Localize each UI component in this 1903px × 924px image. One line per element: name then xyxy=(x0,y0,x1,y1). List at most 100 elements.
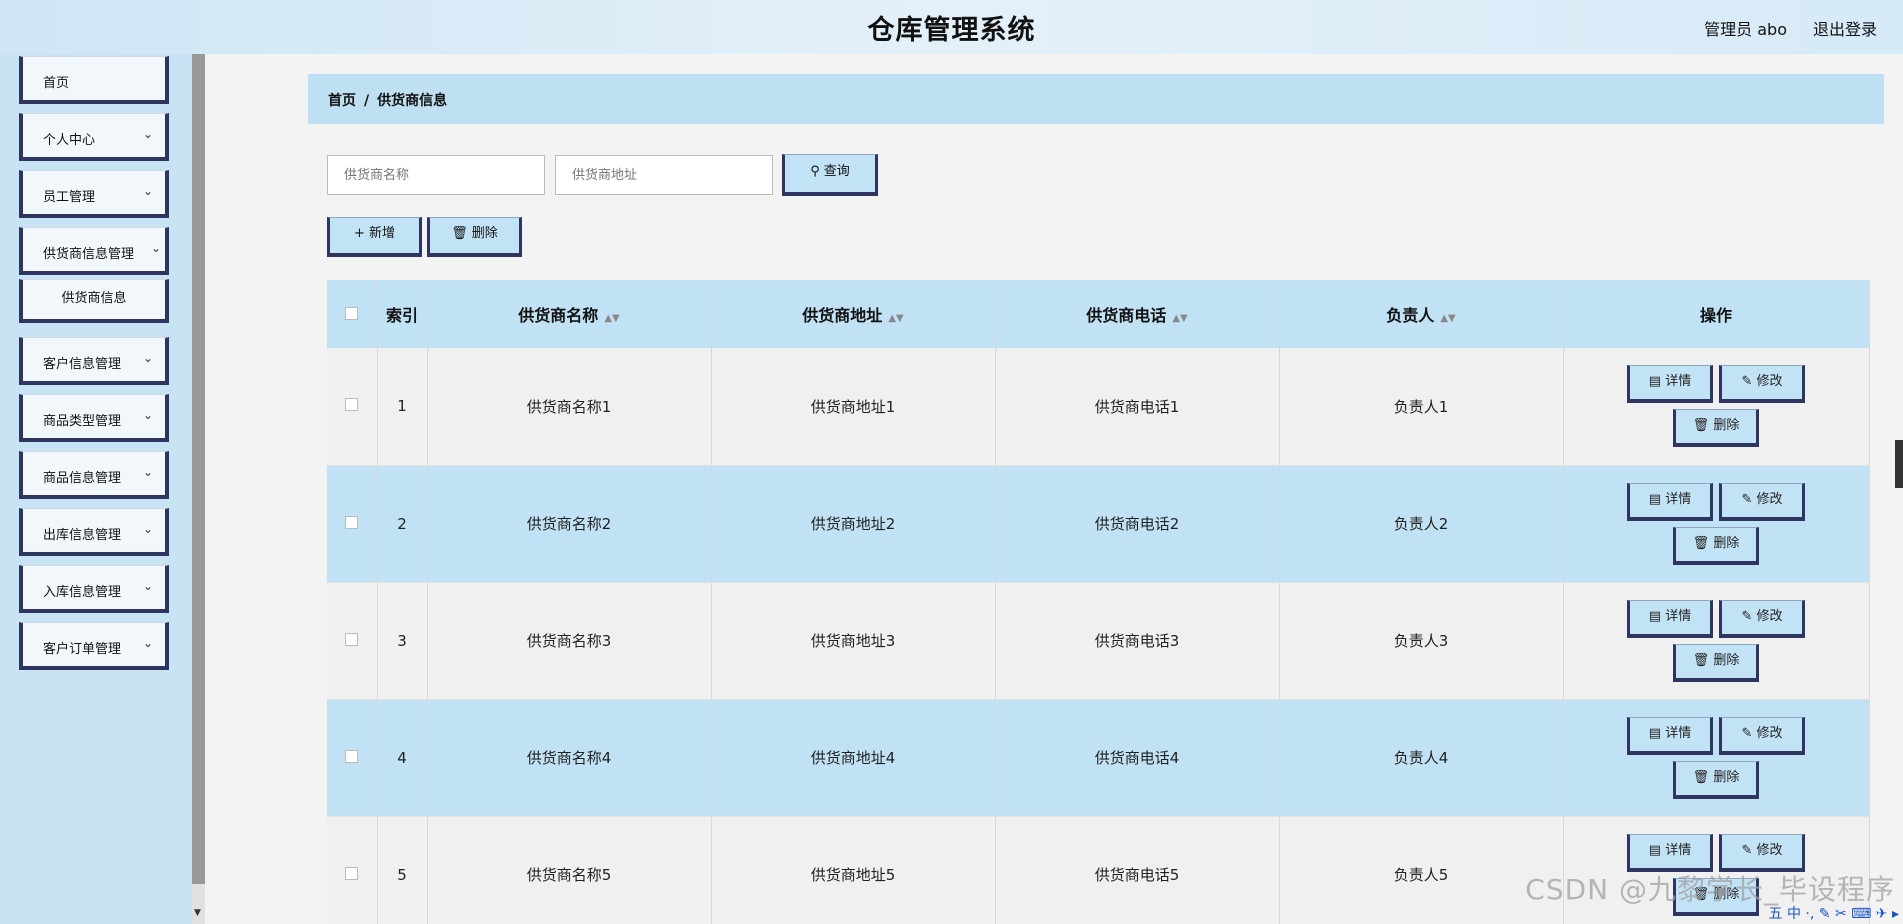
chevron-down-icon: ⌄ xyxy=(142,465,153,479)
row-checkbox[interactable] xyxy=(345,632,359,646)
row-checkbox[interactable] xyxy=(345,515,359,529)
sidebar-item-employees[interactable]: 员工管理 ⌄ xyxy=(19,170,169,218)
header-supplier-name[interactable]: 供货商名称 ▲▼ xyxy=(427,280,712,348)
select-all-cell xyxy=(327,280,378,348)
edit-button[interactable]: ✎ 修改 xyxy=(1719,716,1805,755)
sidebar-item-supplier-mgmt[interactable]: 供货商信息管理 ⌄ xyxy=(19,227,169,275)
sidebar-scroll-thumb[interactable] xyxy=(192,54,205,884)
chevron-down-icon: ⌄ xyxy=(142,636,153,650)
detail-button[interactable]: ▤ 详情 xyxy=(1627,716,1713,755)
cell-index: 1 xyxy=(377,348,428,466)
sidebar-item-product-types[interactable]: 商品类型管理 ⌄ xyxy=(19,394,169,442)
cell-index: 4 xyxy=(377,699,428,817)
cell-contact-person: 负责人5 xyxy=(1279,816,1564,924)
cell-contact-person: 负责人2 xyxy=(1279,465,1564,583)
cell-contact-person: 负责人1 xyxy=(1279,348,1564,466)
add-button[interactable]: + 新增 xyxy=(327,217,422,257)
delete-button[interactable]: 🗑 删除 xyxy=(1673,526,1759,565)
sidebar-subitem-supplier-info[interactable]: 供货商信息 xyxy=(19,279,169,323)
sidebar-item-customers[interactable]: 客户信息管理 ⌄ xyxy=(19,337,169,385)
row-select-cell xyxy=(327,582,378,700)
cell-index: 3 xyxy=(377,582,428,700)
cell-supplier-address: 供货商地址3 xyxy=(711,582,996,700)
cell-supplier-address: 供货商地址1 xyxy=(711,348,996,466)
sort-icon[interactable]: ▲▼ xyxy=(604,313,619,324)
delete-button[interactable]: 🗑 删除 xyxy=(1673,409,1759,448)
row-select-cell xyxy=(327,816,378,924)
cell-supplier-address: 供货商地址5 xyxy=(711,816,996,924)
logout-link[interactable]: 退出登录 xyxy=(1813,16,1877,40)
header-index: 索引 xyxy=(377,280,428,348)
cell-contact-person: 负责人3 xyxy=(1279,582,1564,700)
watermark: CSDN @九黎学长_毕设程序 xyxy=(1525,873,1895,906)
pen-icon: ✎ xyxy=(1741,491,1757,507)
row-checkbox[interactable] xyxy=(345,398,359,412)
sidebar-item-home[interactable]: 首页 xyxy=(19,56,169,104)
document-icon: ▤ xyxy=(1648,374,1666,390)
cell-supplier-address: 供货商地址4 xyxy=(711,699,996,817)
chevron-down-icon: ⌄ xyxy=(142,184,153,198)
main-content: 首页 / 供货商信息 ⚲查询 +新增 🗑删除 索引 供货商名称▲▼ 供货商地址▲▼ … xyxy=(205,54,1903,924)
cell-contact-person: 负责人4 xyxy=(1279,699,1564,817)
sort-icon[interactable]: ▲▼ xyxy=(888,313,903,324)
delete-button[interactable]: 🗑 删除 xyxy=(1673,760,1759,799)
cell-supplier-phone: 供货商电话1 xyxy=(995,348,1280,466)
detail-button[interactable]: ▤ 详情 xyxy=(1627,365,1713,404)
batch-delete-button[interactable]: 🗑 删除 xyxy=(427,217,522,257)
row-checkbox[interactable] xyxy=(345,749,359,763)
query-button[interactable]: ⚲ 查询 xyxy=(782,154,878,196)
breadcrumb-current: 供货商信息 xyxy=(377,93,448,109)
sidebar-item-outbound[interactable]: 出库信息管理 ⌄ xyxy=(19,508,169,556)
trash-icon: 🗑 xyxy=(1692,535,1714,551)
current-user: 管理员 abo xyxy=(1704,20,1787,39)
cell-supplier-name: 供货商名称3 xyxy=(427,582,712,700)
cell-operations: ▤ 详情 ✎ 修改 🗑 删除 xyxy=(1563,465,1870,583)
chevron-down-icon: ⌄ xyxy=(142,351,153,365)
header-operations: 操作 xyxy=(1563,280,1870,348)
sidebar-item-inbound[interactable]: 入库信息管理 ⌄ xyxy=(19,565,169,613)
header-contact-person[interactable]: 负责人 ▲▼ xyxy=(1279,280,1564,348)
breadcrumb-home[interactable]: 首页 xyxy=(328,93,356,109)
sort-icon[interactable]: ▲▼ xyxy=(1440,313,1455,324)
detail-button[interactable]: ▤ 详情 xyxy=(1627,482,1713,521)
pen-icon: ✎ xyxy=(1741,725,1757,741)
supplier-address-input[interactable] xyxy=(555,155,773,195)
scroll-down-icon[interactable]: ▼ xyxy=(194,908,201,918)
sidebar-item-orders[interactable]: 客户订单管理 ⌄ xyxy=(19,622,169,670)
side-drawer-handle[interactable] xyxy=(1895,440,1903,488)
row-select-cell xyxy=(327,348,378,466)
cell-operations: ▤ 详情 ✎ 修改 🗑 删除 xyxy=(1563,699,1870,817)
chevron-down-icon: ⌄ xyxy=(150,241,161,255)
sort-icon[interactable]: ▲▼ xyxy=(1172,313,1187,324)
cell-index: 2 xyxy=(377,465,428,583)
row-checkbox[interactable] xyxy=(345,866,359,880)
breadcrumb: 首页 / 供货商信息 xyxy=(308,74,1884,124)
header-supplier-phone[interactable]: 供货商电话 ▲▼ xyxy=(995,280,1280,348)
trash-icon: 🗑 xyxy=(1692,769,1714,785)
supplier-name-input[interactable] xyxy=(327,155,545,195)
row-select-cell xyxy=(327,465,378,583)
plus-icon: + xyxy=(354,226,365,241)
detail-button[interactable]: ▤ 详情 xyxy=(1627,833,1713,872)
cell-supplier-name: 供货商名称2 xyxy=(427,465,712,583)
table-row: 1 供货商名称1 供货商地址1 供货商电话1 负责人1 ▤ 详情 ✎ 修改 🗑 删除 xyxy=(327,348,1870,466)
table-row: 4 供货商名称4 供货商地址4 供货商电话4 负责人4 ▤ 详情 ✎ 修改 🗑 删除 xyxy=(327,699,1870,817)
cell-supplier-phone: 供货商电话5 xyxy=(995,816,1280,924)
edit-button[interactable]: ✎ 修改 xyxy=(1719,599,1805,638)
pen-icon: ✎ xyxy=(1741,374,1757,390)
ime-toolbar: 五 中 ·, ✎ ✂ ⌨ ✈ ▸ xyxy=(1768,906,1899,922)
select-all-checkbox[interactable] xyxy=(345,306,359,320)
header-supplier-address[interactable]: 供货商地址 ▲▼ xyxy=(711,280,996,348)
edit-button[interactable]: ✎ 修改 xyxy=(1719,833,1805,872)
edit-button[interactable]: ✎ 修改 xyxy=(1719,365,1805,404)
sidebar-item-profile[interactable]: 个人中心 ⌄ xyxy=(19,113,169,161)
sidebar-item-products[interactable]: 商品信息管理 ⌄ xyxy=(19,451,169,499)
row-select-cell xyxy=(327,699,378,817)
cell-operations: ▤ 详情 ✎ 修改 🗑 删除 xyxy=(1563,348,1870,466)
chevron-down-icon: ⌄ xyxy=(142,579,153,593)
cell-supplier-phone: 供货商电话4 xyxy=(995,699,1280,817)
detail-button[interactable]: ▤ 详情 xyxy=(1627,599,1713,638)
trash-icon: 🗑 xyxy=(451,226,468,241)
edit-button[interactable]: ✎ 修改 xyxy=(1719,482,1805,521)
delete-button[interactable]: 🗑 删除 xyxy=(1673,643,1759,682)
